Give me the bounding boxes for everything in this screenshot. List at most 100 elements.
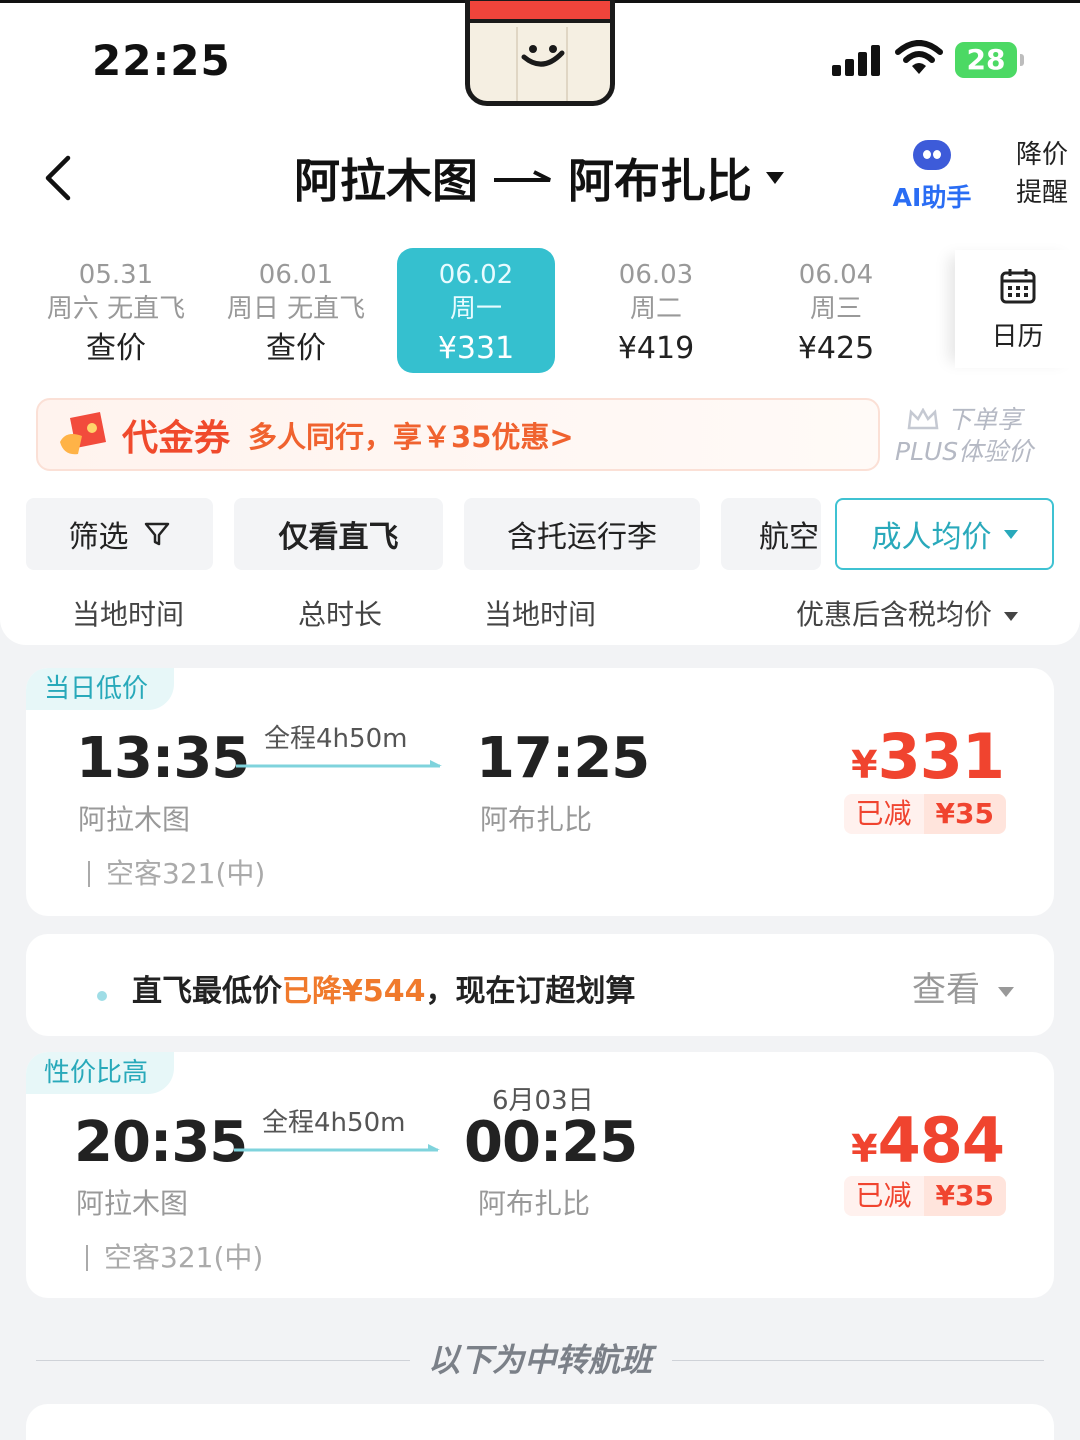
departure-time: 20:35 — [74, 1110, 248, 1175]
flight-card-partial[interactable] — [26, 1404, 1054, 1440]
arrival-time: 17:25 — [476, 726, 650, 791]
calendar-icon — [1000, 269, 1035, 304]
date-weekday: 周一 — [449, 294, 502, 324]
coupon-envelope-icon — [60, 411, 106, 454]
calendar-button[interactable]: 日历 — [955, 250, 1080, 368]
currency-symbol: ¥ — [851, 1127, 878, 1171]
price-alert-line2: 提醒 — [1015, 178, 1068, 208]
date-item-selected[interactable]: 06.02 周一 ¥331 — [397, 248, 555, 373]
discount-label: 已减 — [843, 1176, 924, 1216]
date-weekday: 周三 — [809, 294, 862, 324]
sort-price[interactable]: 优惠后含税均价 — [796, 593, 1019, 633]
adult-price-label: 成人均价 — [871, 520, 992, 555]
price-alert-button[interactable]: 降价 提醒 — [1012, 136, 1072, 212]
date-label: 05.31 — [78, 260, 154, 290]
chevron-down-icon — [998, 986, 1014, 997]
date-label: 06.04 — [798, 260, 874, 290]
discount-badge: 已减 ¥35 — [843, 1176, 1006, 1216]
coupon-title: 代金券 — [122, 417, 231, 459]
plus-promo[interactable]: 下单享 PLUS体验价 — [895, 404, 1075, 468]
date-label: 06.02 — [438, 260, 514, 290]
transfer-divider: 以下为中转航班 — [0, 1338, 1080, 1382]
discount-label: 已减 — [843, 794, 924, 834]
departure-city: 阿拉木图 — [76, 1187, 189, 1220]
date-item[interactable]: 06.03 周二 ¥419 — [581, 258, 731, 370]
ai-assistant-button[interactable]: AI助手 — [884, 140, 980, 212]
flight-price: ¥484 — [851, 1104, 1005, 1177]
date-label: 06.03 — [618, 260, 694, 290]
price-value: 484 — [877, 1104, 1005, 1177]
route-dropdown-icon — [766, 172, 784, 184]
cellular-signal-icon — [832, 44, 882, 76]
origin-city: 阿拉木图 — [294, 154, 478, 208]
aircraft-type: 空客321(中) — [86, 1236, 263, 1276]
calendar-sticker-icon — [465, 0, 615, 106]
notice-highlight: 已降¥544 — [282, 974, 426, 1009]
sort-price-label: 优惠后含税均价 — [796, 598, 993, 631]
arrival-city: 阿布扎比 — [478, 1187, 591, 1220]
date-label: 06.01 — [258, 260, 334, 290]
back-icon[interactable] — [38, 152, 80, 204]
battery-icon: 28 — [955, 42, 1024, 78]
departure-city: 阿拉木图 — [78, 803, 191, 836]
currency-symbol: ¥ — [851, 743, 878, 787]
crown-icon — [907, 408, 939, 430]
flight-card[interactable]: 性价比高 20:35 阿拉木图 全程4h50m 6月03日 00:25 阿布扎比… — [26, 1052, 1054, 1298]
aircraft-label: 空客321(中) — [106, 857, 266, 890]
price-drop-notice[interactable]: 直飞最低价已降¥544，现在订超划算 查看 — [26, 934, 1054, 1036]
aircraft-type: 空客321(中) — [88, 852, 265, 892]
date-item[interactable]: 06.04 周三 ¥425 — [761, 258, 911, 370]
baggage-filter-button[interactable]: 含托运行李 — [464, 498, 700, 570]
discount-value: ¥35 — [923, 794, 1006, 834]
flight-arrow-icon — [236, 760, 442, 768]
date-weekday: 周六 无直飞 — [46, 294, 186, 324]
flight-arrow-icon — [234, 1144, 440, 1152]
dropdown-icon — [1003, 529, 1018, 539]
view-label: 查看 — [912, 970, 980, 1010]
calendar-label: 日历 — [991, 322, 1044, 352]
view-button[interactable]: 查看 — [912, 962, 1014, 1011]
date-item[interactable]: 06.01 周日 无直飞 查价 — [221, 258, 371, 370]
date-price: 查价 — [86, 331, 146, 366]
discount-badge: 已减 ¥35 — [843, 794, 1006, 834]
flight-duration: 全程4h50m — [262, 1108, 406, 1138]
price-value: 331 — [877, 720, 1005, 793]
ai-assistant-label: AI助手 — [892, 183, 972, 212]
date-price: ¥331 — [437, 331, 515, 366]
departure-time: 13:35 — [76, 726, 250, 791]
arrival-city: 阿布扎比 — [480, 803, 593, 836]
sort-arrival-time[interactable]: 当地时间 — [484, 593, 596, 633]
date-price: ¥425 — [797, 331, 875, 366]
airline-filter-button[interactable]: 航空 — [721, 498, 821, 570]
flight-tag: 性价比高 — [26, 1052, 175, 1094]
sparkle-icon — [97, 991, 107, 1001]
date-price: ¥419 — [617, 331, 695, 366]
flight-tag: 当日低价 — [26, 668, 175, 710]
destination-city: 阿布扎比 — [568, 154, 752, 208]
plus-promo-line2: PLUS体验价 — [895, 437, 1034, 466]
dropdown-icon — [1004, 611, 1019, 621]
coupon-banner[interactable]: 代金券 多人同行，享￥35优惠> — [36, 398, 880, 471]
discount-value: ¥35 — [923, 1176, 1006, 1216]
sort-duration[interactable]: 总时长 — [298, 593, 382, 633]
route-title[interactable]: 阿拉木图 阿布扎比 — [294, 148, 784, 208]
notice-text-a: 直飞最低价 — [132, 974, 282, 1009]
coupon-text: 多人同行，享￥35优惠> — [248, 419, 574, 454]
price-alert-line1: 降价 — [1015, 140, 1068, 170]
date-price: 查价 — [266, 331, 326, 366]
aircraft-label: 空客321(中) — [104, 1241, 264, 1274]
flight-price: ¥331 — [851, 720, 1005, 793]
plus-promo-line1: 下单享 — [947, 405, 1023, 434]
filter-label: 筛选 — [68, 520, 129, 555]
date-weekday: 周二 — [629, 294, 682, 324]
flight-card[interactable]: 当日低价 13:35 阿拉木图 全程4h50m 17:25 阿布扎比 空客321… — [26, 668, 1054, 916]
filter-button[interactable]: 筛选 — [26, 498, 213, 570]
notice-text-b: ，现在订超划算 — [425, 974, 636, 1009]
flight-duration: 全程4h50m — [264, 724, 408, 754]
sort-departure-time[interactable]: 当地时间 — [72, 593, 184, 633]
adult-price-select[interactable]: 成人均价 — [835, 498, 1054, 570]
date-item[interactable]: 05.31 周六 无直飞 查价 — [41, 258, 191, 370]
direct-only-button[interactable]: 仅看直飞 — [234, 498, 443, 570]
robot-icon — [913, 140, 951, 170]
arrival-time: 00:25 — [464, 1110, 638, 1175]
